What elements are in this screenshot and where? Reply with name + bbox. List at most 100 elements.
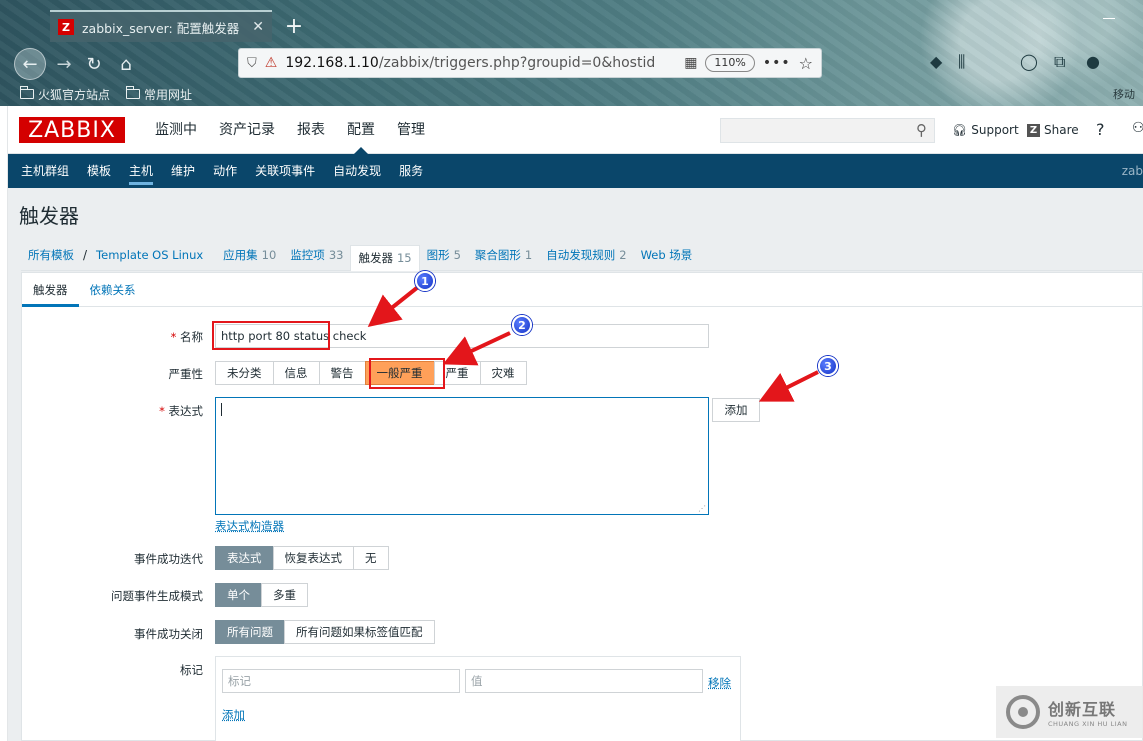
- url-path: /zabbix/triggers.php?groupid=0&hostid: [378, 55, 656, 71]
- submenu-services[interactable]: 服务: [390, 154, 432, 188]
- sub-menu: 主机群组 模板 主机 维护 动作 关联项事件 自动发现 服务 zab: [8, 154, 1143, 188]
- menu-administration[interactable]: 管理: [386, 106, 436, 154]
- screenshot-icon[interactable]: ⧉: [1054, 52, 1065, 72]
- account-icon[interactable]: ◯: [1020, 52, 1038, 71]
- search-icon[interactable]: ⚲: [916, 121, 927, 139]
- nav-count: 5: [453, 247, 461, 262]
- bookmark-star-icon[interactable]: ☆: [799, 54, 813, 73]
- zoom-level-badge[interactable]: 110%: [705, 54, 755, 72]
- ok-event-expression[interactable]: 表达式: [215, 546, 274, 570]
- required-mark: *: [159, 404, 165, 418]
- remove-tag-link[interactable]: 移除: [708, 675, 731, 691]
- url-bar[interactable]: ⛉ ⚠ 192.168.1.10/zabbix/triggers.php?gro…: [238, 48, 822, 78]
- ok-event-label: 事件成功迭代: [134, 552, 203, 566]
- text-cursor: [221, 403, 222, 416]
- window-minimize-icon[interactable]: [1103, 18, 1115, 19]
- add-tag-link[interactable]: 添加: [222, 707, 245, 723]
- submenu-hosts[interactable]: 主机: [120, 154, 162, 188]
- library-icon[interactable]: ⫼: [958, 52, 965, 72]
- nav-label: 聚合图形: [474, 247, 521, 262]
- nav-web-scenarios[interactable]: Web 场景: [634, 239, 700, 271]
- close-tab-icon[interactable]: ✕: [252, 19, 264, 35]
- extension-icon[interactable]: ◆: [930, 52, 942, 71]
- severity-disaster[interactable]: 灾难: [479, 361, 527, 385]
- problem-mode-multiple[interactable]: 多重: [261, 583, 308, 607]
- insecure-lock-icon[interactable]: ⚠: [265, 55, 278, 71]
- severity-warning[interactable]: 警告: [318, 361, 366, 385]
- severity-average[interactable]: 一般严重: [364, 361, 435, 385]
- nav-applications[interactable]: 应用集 10: [216, 239, 283, 271]
- back-button[interactable]: ←: [14, 48, 46, 80]
- breadcrumb-separator: /: [83, 247, 88, 262]
- severity-information[interactable]: 信息: [272, 361, 320, 385]
- zabbix-header: ZABBIX 监测中 资产记录 报表 配置 管理 ⚲ 🎧︎ Support Z …: [8, 106, 1143, 154]
- menu-monitoring[interactable]: 监测中: [144, 106, 208, 154]
- problem-mode-single[interactable]: 单个: [215, 583, 262, 607]
- menu-inventory[interactable]: 资产记录: [208, 106, 286, 154]
- nav-discovery-rules[interactable]: 自动发现规则 2: [539, 239, 633, 271]
- breadcrumb-all-templates[interactable]: 所有模板: [21, 239, 81, 271]
- home-button[interactable]: ⌂: [114, 50, 138, 78]
- ok-close-tag-match[interactable]: 所有问题如果标签值匹配: [284, 620, 435, 644]
- expression-textarea[interactable]: ⋰: [215, 397, 709, 515]
- url-text[interactable]: 192.168.1.10/zabbix/triggers.php?groupid…: [285, 55, 676, 71]
- nav-graphs[interactable]: 图形 5: [420, 239, 468, 271]
- menu-reports[interactable]: 报表: [286, 106, 336, 154]
- watermark-logo-icon: [1006, 695, 1040, 729]
- nav-items[interactable]: 监控项 33: [283, 239, 350, 271]
- annotation-badge-2: 2: [512, 315, 532, 335]
- breadcrumb-template[interactable]: Template OS Linux: [89, 239, 210, 271]
- nav-screens[interactable]: 聚合图形 1: [468, 239, 539, 271]
- nav-label: Web 场景: [640, 247, 693, 262]
- nav-label: 自动发现规则: [546, 247, 616, 262]
- submenu-correlation[interactable]: 关联项事件: [246, 154, 324, 188]
- qr-code-icon[interactable]: ▦: [684, 55, 697, 71]
- ok-close-all-problems[interactable]: 所有问题: [215, 620, 285, 644]
- required-mark: *: [170, 330, 177, 344]
- tag-value-input[interactable]: 值: [465, 669, 703, 693]
- menu-icon[interactable]: ●: [1086, 52, 1100, 71]
- add-expression-button[interactable]: 添加: [712, 398, 760, 422]
- share-link[interactable]: Z Share: [1027, 123, 1079, 137]
- nav-count: 15: [396, 251, 412, 265]
- nav-triggers[interactable]: 触发器 15: [350, 244, 420, 271]
- user-profile-icon[interactable]: ⚇: [1132, 120, 1143, 136]
- browser-tab[interactable]: Z zabbix_server: 配置触发器 ✕: [50, 10, 272, 42]
- more-actions-icon[interactable]: •••: [763, 55, 791, 71]
- submenu-templates[interactable]: 模板: [78, 154, 120, 188]
- severity-high[interactable]: 严重: [433, 361, 481, 385]
- support-link[interactable]: 🎧︎ Support: [952, 123, 1019, 137]
- resize-handle-icon[interactable]: ⋰: [698, 504, 706, 513]
- submenu-host-groups[interactable]: 主机群组: [12, 154, 78, 188]
- submenu-actions[interactable]: 动作: [204, 154, 246, 188]
- form-tabs: 触发器 依赖关系: [22, 273, 1143, 307]
- watermark-cn: 创新互联: [1048, 700, 1117, 719]
- folder-icon: [20, 86, 34, 99]
- mobile-bookmarks[interactable]: 移动: [1113, 86, 1135, 102]
- bookmark-firefox-official[interactable]: 火狐官方站点: [20, 86, 110, 103]
- forward-button[interactable]: →: [52, 50, 76, 78]
- tag-placeholder: 标记: [228, 674, 251, 688]
- reload-button[interactable]: ↻: [82, 50, 106, 78]
- name-field[interactable]: http port 80 status check: [215, 324, 709, 348]
- bookmark-common-sites[interactable]: 常用网址: [126, 86, 192, 103]
- url-host: 192.168.1.10: [285, 55, 379, 71]
- tab-dependencies[interactable]: 依赖关系: [79, 273, 147, 306]
- nav-count: 1: [524, 247, 533, 262]
- annotation-badge-1: 1: [415, 271, 435, 291]
- tab-trigger[interactable]: 触发器: [22, 273, 79, 307]
- ok-event-none[interactable]: 无: [353, 546, 389, 570]
- search-input[interactable]: [720, 118, 935, 143]
- bookmark-label: 火狐官方站点: [38, 87, 111, 102]
- ok-event-recovery-expression[interactable]: 恢复表达式: [272, 546, 354, 570]
- expression-builder-link[interactable]: 表达式构造器: [215, 518, 284, 534]
- zabbix-logo[interactable]: ZABBIX: [19, 117, 125, 143]
- new-tab-button[interactable]: +: [280, 10, 308, 42]
- tag-name-input[interactable]: 标记: [222, 669, 460, 693]
- menu-configuration[interactable]: 配置: [336, 106, 386, 154]
- submenu-maintenance[interactable]: 维护: [162, 154, 204, 188]
- severity-not-classified[interactable]: 未分类: [215, 361, 274, 385]
- help-icon[interactable]: ?: [1096, 120, 1105, 139]
- shield-icon[interactable]: ⛉: [247, 56, 257, 71]
- submenu-discovery[interactable]: 自动发现: [324, 154, 390, 188]
